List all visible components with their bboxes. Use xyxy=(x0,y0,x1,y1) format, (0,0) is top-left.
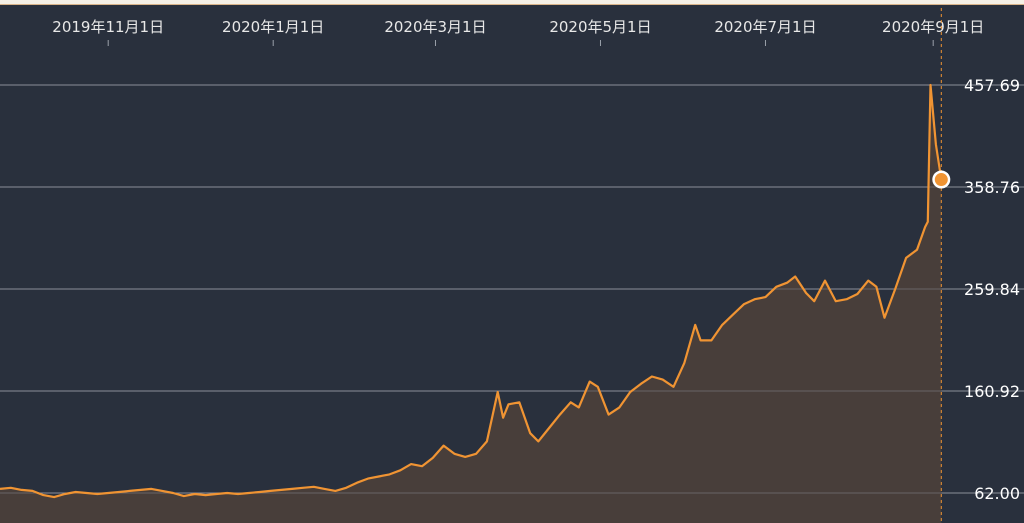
y-tick-label: 259.84 xyxy=(964,280,1020,299)
y-tick-label: 62.00 xyxy=(974,484,1020,503)
top-band-edge xyxy=(0,4,1024,5)
y-tick-label: 457.69 xyxy=(964,76,1020,95)
top-band xyxy=(0,0,1024,4)
y-tick-label: 160.92 xyxy=(964,382,1020,401)
x-tick-label: 2020年7月1日 xyxy=(714,18,816,36)
x-tick-label: 2019年11月1日 xyxy=(52,18,164,36)
x-tick-label: 2020年5月1日 xyxy=(549,18,651,36)
y-tick-label: 358.76 xyxy=(964,178,1020,197)
x-tick-label: 2020年9月1日 xyxy=(882,18,984,36)
x-tick-label: 2020年3月1日 xyxy=(384,18,486,36)
x-tick-label: 2020年1月1日 xyxy=(222,18,324,36)
last-point-marker[interactable] xyxy=(934,173,948,187)
price-chart: 2019年11月1日 2020年1月1日 2020年3月1日 2020年5月1日 202… xyxy=(0,0,1024,523)
price-chart-svg: 2019年11月1日 2020年1月1日 2020年3月1日 2020年5月1日 202… xyxy=(0,0,1024,523)
